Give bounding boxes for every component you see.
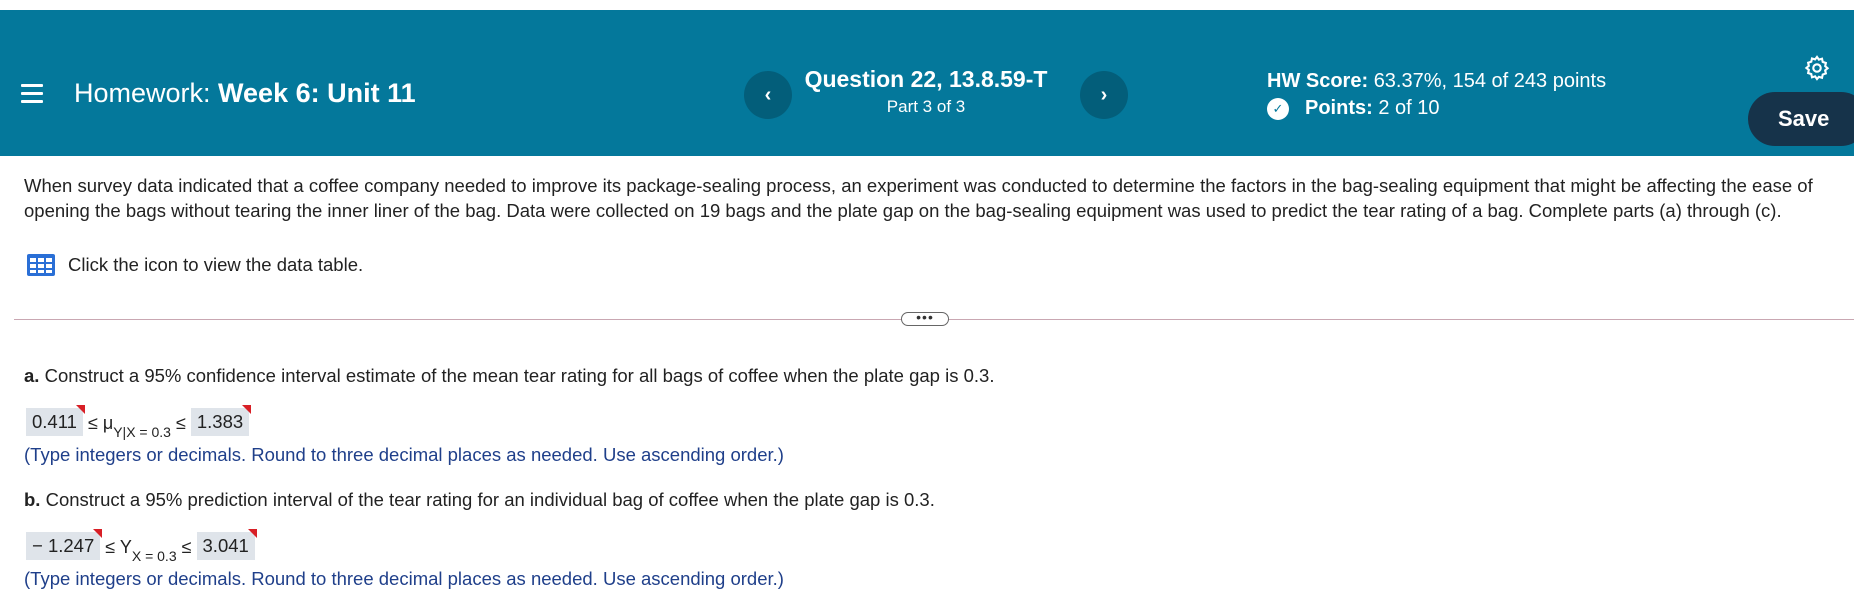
le-sign: ≤ bbox=[175, 413, 186, 433]
next-question-button[interactable]: › bbox=[1080, 71, 1128, 119]
part-a-upper-value: 1.383 bbox=[196, 411, 244, 432]
incorrect-flag-icon bbox=[93, 529, 103, 538]
header-banner: Homework: Week 6: Unit 11 ‹ Question 22,… bbox=[0, 10, 1854, 156]
menu-icon[interactable] bbox=[21, 84, 45, 104]
part-b-upper-input[interactable]: 3.041 bbox=[196, 529, 257, 560]
part-b-lower-input[interactable]: − 1.247 bbox=[26, 529, 103, 560]
le-sign: ≤ bbox=[181, 537, 192, 557]
top-strip bbox=[0, 0, 1854, 10]
hw-score: HW Score: 63.37%, 154 of 243 points bbox=[1267, 70, 1606, 93]
part-a-upper-input[interactable]: 1.383 bbox=[190, 405, 252, 436]
part-a-letter: a. bbox=[24, 365, 40, 386]
save-button[interactable]: Save bbox=[1748, 92, 1854, 146]
mu-symbol: μ bbox=[102, 413, 114, 433]
question-title: Question 22, 13.8.59-T bbox=[804, 66, 1048, 92]
le-sign: ≤ bbox=[105, 537, 116, 557]
chevron-left-icon: ‹ bbox=[764, 83, 772, 106]
incorrect-flag-icon bbox=[242, 405, 252, 414]
gear-icon[interactable] bbox=[1803, 54, 1831, 82]
table-icon[interactable] bbox=[26, 253, 56, 277]
part-b-upper-value: 3.041 bbox=[202, 535, 249, 556]
part-b-hint: (Type integers or decimals. Round to thr… bbox=[24, 568, 784, 589]
problem-intro: When survey data indicated that a coffee… bbox=[24, 175, 1813, 221]
chevron-right-icon: › bbox=[1100, 83, 1108, 106]
question-part: Part 3 of 3 bbox=[886, 97, 966, 116]
y-symbol: Y bbox=[119, 537, 132, 557]
partial-credit-icon: ✓ bbox=[1267, 97, 1289, 120]
le-sign: ≤ bbox=[87, 413, 98, 433]
y-subscript: X = 0.3 bbox=[131, 548, 177, 564]
part-a-lower-value: 0.411 bbox=[32, 411, 77, 432]
data-table-link[interactable]: Click the icon to view the data table. bbox=[26, 253, 363, 277]
save-label: Save bbox=[1778, 106, 1830, 131]
part-b-question: b. Construct a 95% prediction interval o… bbox=[24, 489, 935, 511]
part-a-hint: (Type integers or decimals. Round to thr… bbox=[24, 444, 784, 465]
points-label: Points: bbox=[1305, 97, 1373, 119]
homework-title: Homework: Week 6: Unit 11 bbox=[74, 78, 416, 109]
part-b-text: Construct a 95% prediction interval of t… bbox=[45, 489, 935, 510]
incorrect-flag-icon bbox=[75, 405, 85, 414]
part-a-answer-line: 0.411 ≤ μY|X = 0.3 ≤ 1.383 bbox=[26, 405, 252, 440]
homework-prefix: Homework: bbox=[74, 78, 211, 108]
previous-question-button[interactable]: ‹ bbox=[744, 71, 792, 119]
part-b-expression: ≤ YX = 0.3 ≤ bbox=[105, 536, 192, 564]
part-a-question: a. Construct a 95% confidence interval e… bbox=[24, 365, 994, 387]
part-b-letter: b. bbox=[24, 489, 41, 510]
part-a-text: Construct a 95% confidence interval esti… bbox=[44, 365, 995, 386]
expand-more-button[interactable]: ••• bbox=[901, 310, 949, 326]
points-value: 2 of 10 bbox=[1378, 97, 1440, 119]
part-b-lower-value: − 1.247 bbox=[32, 535, 95, 556]
hw-score-label: HW Score: bbox=[1267, 70, 1369, 92]
part-b-answer-line: − 1.247 ≤ YX = 0.3 ≤ 3.041 bbox=[26, 529, 257, 564]
incorrect-flag-icon bbox=[247, 529, 257, 538]
points: ✓ Points: 2 of 10 bbox=[1267, 97, 1440, 120]
data-table-link-text[interactable]: Click the icon to view the data table. bbox=[68, 254, 363, 276]
hw-score-value: 63.37%, 154 of 243 points bbox=[1373, 70, 1607, 92]
part-a-lower-input[interactable]: 0.411 bbox=[26, 405, 85, 436]
mu-subscript: Y|X = 0.3 bbox=[113, 424, 171, 440]
part-a-expression: ≤ μY|X = 0.3 ≤ bbox=[87, 412, 186, 440]
homework-name: Week 6: Unit 11 bbox=[218, 78, 416, 108]
